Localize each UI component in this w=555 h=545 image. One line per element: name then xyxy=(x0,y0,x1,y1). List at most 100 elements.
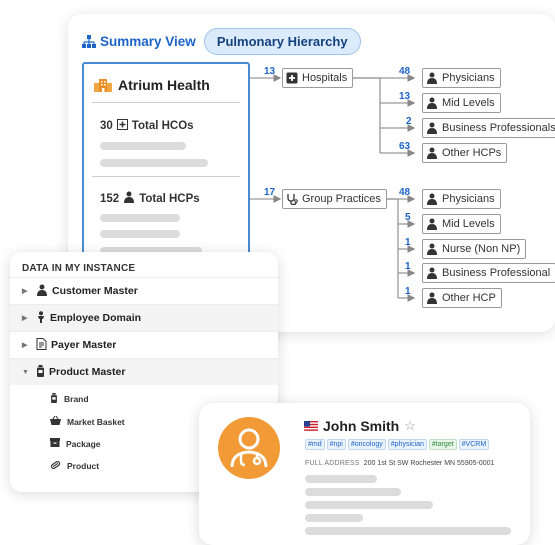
placeholder-bar xyxy=(100,230,180,238)
doctor-icon xyxy=(230,428,268,468)
data-item-label: Employee Domain xyxy=(50,312,142,324)
tag-target[interactable]: #target xyxy=(428,439,457,450)
node-hospital-mid-levels[interactable]: Mid Levels xyxy=(422,93,501,113)
node-count: 1 xyxy=(405,237,411,248)
avatar[interactable] xyxy=(218,417,280,479)
node-hospital-other-hcps[interactable]: Other HCPs xyxy=(422,143,508,163)
node-gp-physicians[interactable]: Physicians xyxy=(422,189,501,209)
bottle-icon xyxy=(50,393,58,405)
node-label: Group Practices xyxy=(302,193,381,205)
placeholder-bar xyxy=(305,501,433,509)
people-icon xyxy=(427,122,437,134)
total-hcos-label: Total HCOs xyxy=(131,120,194,132)
tag-physician[interactable]: #physician xyxy=(387,439,427,450)
node-label: Mid Levels xyxy=(442,97,495,109)
building-icon xyxy=(94,79,112,92)
tag-vcrm[interactable]: #VCRM xyxy=(458,439,490,450)
sub-item-label: Market Basket xyxy=(67,416,125,427)
data-item-label: Payer Master xyxy=(51,339,117,351)
total-hcps-stat: 152 Total HCPs xyxy=(100,191,200,206)
people-icon xyxy=(427,292,437,304)
profile-tags: #md #npi #oncology #physician #target #V… xyxy=(305,439,490,450)
node-count: 13 xyxy=(399,91,411,102)
total-hcos-stat: 30 Total HCOs xyxy=(100,119,194,133)
star-icon[interactable]: ☆ xyxy=(404,418,416,434)
node-label: Nurse (Non NP) xyxy=(442,243,521,255)
pill-icon xyxy=(50,460,61,472)
root-entity-title: Atrium Health xyxy=(94,77,210,93)
node-label: Other HCP xyxy=(442,292,496,304)
data-item-employee-domain[interactable]: ▶ Employee Domain xyxy=(10,304,278,331)
node-label: Physicians xyxy=(442,72,495,84)
sub-item-package[interactable]: Package xyxy=(50,438,101,449)
node-group-practices[interactable]: Group Practices xyxy=(282,189,387,209)
caret-right-icon[interactable]: ▶ xyxy=(22,341,36,349)
profile-address: FULL ADDRESS 200 1st St SW Rochester MN 5… xyxy=(305,460,494,467)
hospitals-count: 13 xyxy=(264,66,276,77)
node-gp-other-hcp[interactable]: Other HCP xyxy=(422,288,502,308)
tag-oncology[interactable]: #oncology xyxy=(347,439,386,450)
people-icon xyxy=(427,218,437,230)
hierarchy-icon xyxy=(82,34,96,48)
address-label: FULL ADDRESS xyxy=(305,460,360,467)
data-item-label: Customer Master xyxy=(52,285,138,297)
node-count: 2 xyxy=(406,116,412,127)
people-icon xyxy=(427,147,437,159)
node-count: 1 xyxy=(405,261,411,272)
address-value: 200 1st St SW Rochester MN 55905-0001 xyxy=(363,460,495,467)
data-item-product-master[interactable]: ▼ Product Master xyxy=(10,358,278,385)
tag-md[interactable]: #md xyxy=(305,439,325,450)
node-count: 48 xyxy=(399,187,411,198)
caret-right-icon[interactable]: ▶ xyxy=(22,287,36,295)
placeholder-bar xyxy=(100,214,180,222)
people-icon xyxy=(427,243,437,255)
document-icon xyxy=(36,337,47,353)
caret-down-icon[interactable]: ▼ xyxy=(22,369,36,376)
sub-item-market-basket[interactable]: Market Basket xyxy=(50,415,125,427)
tag-npi[interactable]: #npi xyxy=(326,439,346,450)
node-gp-nurse[interactable]: Nurse (Non NP) xyxy=(422,239,527,259)
node-label: Business Professionals xyxy=(442,122,555,134)
people-icon xyxy=(427,267,437,279)
node-hospital-business-professionals[interactable]: Business Professionals xyxy=(422,118,555,138)
stethoscope-icon xyxy=(287,194,298,205)
total-hcps-label: Total HCPs xyxy=(139,192,200,205)
sub-item-label: Package xyxy=(66,438,101,449)
data-item-label: Product Master xyxy=(49,366,126,378)
placeholder-bar xyxy=(305,488,401,496)
sub-item-label: Brand xyxy=(64,394,89,404)
summary-view-title[interactable]: Summary View xyxy=(100,34,196,49)
hierarchy-pill[interactable]: Pulmonary Hierarchy xyxy=(203,28,361,55)
node-label: Mid Levels xyxy=(442,218,495,230)
total-hcos-count: 30 xyxy=(100,120,113,132)
sub-item-label: Product xyxy=(67,461,100,471)
placeholder-bar xyxy=(305,514,363,522)
node-count: 48 xyxy=(399,66,411,77)
people-icon xyxy=(123,191,135,206)
node-count: 1 xyxy=(405,286,411,297)
data-item-customer-master[interactable]: ▶ Customer Master xyxy=(10,277,278,304)
node-hospitals[interactable]: Hospitals xyxy=(282,68,354,88)
root-divider xyxy=(92,176,240,177)
placeholder-bar xyxy=(100,142,186,150)
root-entity-name: Atrium Health xyxy=(118,77,210,93)
node-gp-business-professional[interactable]: Business Professional xyxy=(422,263,555,283)
sub-item-product[interactable]: Product xyxy=(50,460,99,472)
root-divider xyxy=(92,102,240,103)
person-icon xyxy=(36,310,46,326)
sub-item-brand[interactable]: Brand xyxy=(50,393,89,405)
data-panel-heading: DATA IN MY INSTANCE xyxy=(22,263,136,274)
data-item-payer-master[interactable]: ▶ Payer Master xyxy=(10,331,278,358)
node-label: Other HCPs xyxy=(442,147,502,159)
node-count: 5 xyxy=(405,212,411,223)
node-gp-mid-levels[interactable]: Mid Levels xyxy=(422,214,501,234)
total-hcps-count: 152 xyxy=(100,192,120,205)
placeholder-bar xyxy=(305,527,511,535)
placeholder-bar xyxy=(100,159,208,167)
people-icon xyxy=(427,72,437,84)
bottle-icon xyxy=(36,364,45,380)
node-hospital-physicians[interactable]: Physicians xyxy=(422,68,501,88)
caret-right-icon[interactable]: ▶ xyxy=(22,314,36,322)
people-icon xyxy=(427,193,437,205)
profile-name: John Smith xyxy=(323,418,400,434)
